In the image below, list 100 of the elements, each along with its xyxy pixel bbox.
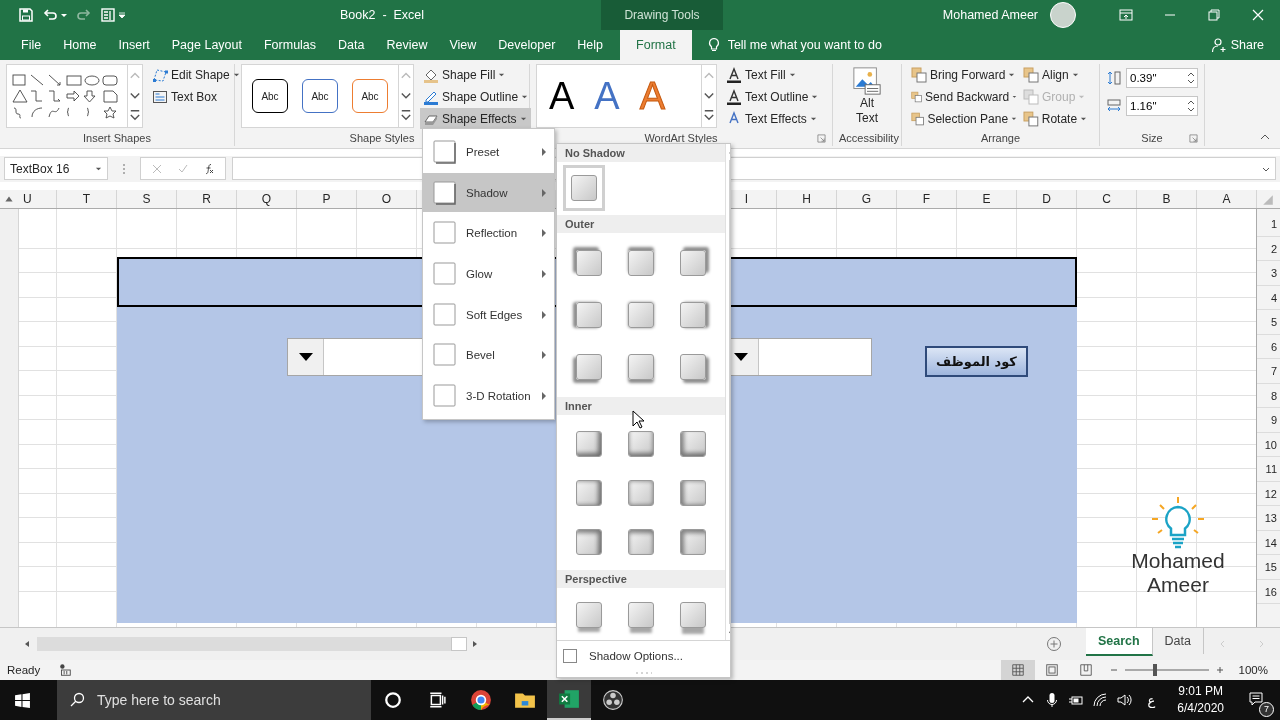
arrange-button[interactable]: Selection Pane xyxy=(908,108,1020,129)
menu-item[interactable]: Glow xyxy=(423,254,554,294)
wordart-style-swatch[interactable]: A xyxy=(594,71,620,121)
row-header[interactable]: 10 xyxy=(1257,432,1280,458)
horizontal-scrollbar[interactable] xyxy=(37,637,467,652)
notification-icon[interactable] xyxy=(1248,690,1264,707)
redo-icon[interactable] xyxy=(76,7,92,23)
row-header[interactable]: 8 xyxy=(1257,383,1280,409)
ribbon-tab[interactable]: Page Layout xyxy=(160,30,253,60)
text-format-button[interactable]: Text Effects xyxy=(723,108,822,129)
cortana-circle-icon[interactable] xyxy=(384,691,402,709)
edit-shape-button[interactable]: Edit Shape xyxy=(149,64,243,85)
menu-item[interactable]: Reflection xyxy=(423,213,554,254)
column-header[interactable]: T xyxy=(57,190,117,209)
text-box-button[interactable]: Text Box xyxy=(149,86,243,107)
spreadsheet-app-icon[interactable] xyxy=(558,688,580,710)
column-header[interactable]: U xyxy=(18,190,57,209)
column-header[interactable]: C xyxy=(1077,190,1137,209)
speaker-icon[interactable] xyxy=(1115,692,1132,708)
dialog-launcher-icon[interactable] xyxy=(817,133,826,143)
shadow-options-item[interactable]: Shadow Options... xyxy=(557,641,730,671)
macro-record-icon[interactable] xyxy=(58,663,73,677)
shape-style-swatch[interactable]: Abc xyxy=(352,79,388,113)
row-header[interactable]: 9 xyxy=(1257,408,1280,433)
column-header[interactable]: E xyxy=(957,190,1017,209)
arrange-button[interactable]: Send Backward xyxy=(908,86,1020,107)
zoom-level[interactable]: 100% xyxy=(1238,664,1268,676)
column-header[interactable]: B xyxy=(1137,190,1197,209)
shadow-preset[interactable] xyxy=(563,165,605,211)
sheet-tab[interactable]: Data xyxy=(1152,628,1204,655)
browser-icon[interactable] xyxy=(470,689,492,711)
resize-grip-icon[interactable] xyxy=(633,671,654,675)
function-icon[interactable] xyxy=(203,162,215,175)
clock[interactable]: 9:01 PM 6/4/2020 xyxy=(1177,683,1224,717)
restore-icon[interactable] xyxy=(1206,7,1222,23)
column-header[interactable]: F xyxy=(897,190,957,209)
menu-item[interactable]: Bevel xyxy=(423,335,554,376)
row-header[interactable]: 4 xyxy=(1257,285,1280,311)
ribbon-tab[interactable]: Help xyxy=(566,30,615,60)
menu-item[interactable]: Soft Edges xyxy=(423,294,554,335)
taskbar-search-field[interactable]: Type here to search xyxy=(57,680,371,720)
alt-text-button[interactable]: Alt Text xyxy=(850,64,884,128)
row-header[interactable]: 7 xyxy=(1257,359,1280,384)
width-field[interactable]: 1.16" xyxy=(1126,95,1198,116)
text-format-button[interactable]: Text Fill xyxy=(723,64,822,85)
ribbon-tab[interactable]: File xyxy=(10,30,53,60)
dropdown-arrow-icon[interactable] xyxy=(733,352,748,363)
row-header[interactable]: 15 xyxy=(1257,555,1280,580)
menu-item[interactable]: Preset xyxy=(423,132,554,172)
ribbon-tab[interactable]: Format xyxy=(620,30,692,60)
height-field[interactable]: 0.39" xyxy=(1126,67,1198,88)
shape-format-button[interactable]: Shape Outline xyxy=(420,86,532,107)
undo-icon[interactable] xyxy=(42,7,58,23)
shape-format-button[interactable]: Shape Fill xyxy=(420,64,532,85)
add-sheet-icon[interactable] xyxy=(1045,636,1062,653)
shape-style-swatch[interactable]: Abc xyxy=(302,79,338,113)
arrange-button[interactable]: Rotate xyxy=(1020,108,1090,129)
windows-start-icon[interactable] xyxy=(14,691,31,709)
share-button[interactable]: Share xyxy=(1204,36,1270,54)
column-header[interactable]: A xyxy=(1197,190,1257,209)
ribbon-tab[interactable]: Formulas xyxy=(252,30,328,60)
vertical-scrollbar[interactable] xyxy=(0,209,19,628)
row-header[interactable]: 3 xyxy=(1257,261,1280,286)
row-header[interactable]: 5 xyxy=(1257,310,1280,335)
ribbon-tab[interactable]: Home xyxy=(52,30,108,60)
task-view-icon[interactable] xyxy=(428,691,446,709)
column-header[interactable]: O xyxy=(357,190,417,209)
normal-view-icon[interactable] xyxy=(1000,660,1035,680)
column-header[interactable]: H xyxy=(777,190,837,209)
column-header[interactable]: R xyxy=(177,190,237,209)
ribbon-display-icon[interactable] xyxy=(1118,7,1134,23)
customize-caret-icon[interactable] xyxy=(118,11,126,19)
row-header[interactable]: 2 xyxy=(1257,236,1280,262)
arrange-button[interactable]: Bring Forward xyxy=(908,64,1020,85)
checkmark-icon[interactable] xyxy=(177,162,189,175)
menu-item[interactable]: Shadow xyxy=(423,172,554,213)
dropdown-arrow-icon[interactable] xyxy=(298,352,313,363)
column-header[interactable]: P xyxy=(297,190,357,209)
zoom-in-icon[interactable] xyxy=(1214,665,1225,675)
row-header[interactable]: 6 xyxy=(1257,334,1280,360)
zoom-slider-thumb[interactable] xyxy=(1152,664,1157,676)
caret-icon[interactable] xyxy=(60,11,68,19)
menu-item[interactable]: 3-D Rotation xyxy=(423,376,554,417)
input-language[interactable]: ع xyxy=(1147,692,1156,708)
close-icon[interactable] xyxy=(1250,7,1266,23)
ribbon-tab[interactable]: View xyxy=(438,30,488,60)
row-header[interactable]: 12 xyxy=(1257,481,1280,507)
shape-style-swatch[interactable]: Abc xyxy=(252,79,288,113)
form-icon[interactable] xyxy=(100,7,116,23)
column-header[interactable]: S xyxy=(117,190,177,209)
shape-format-button[interactable]: Shape Effects xyxy=(420,108,532,129)
row-header[interactable]: 14 xyxy=(1257,530,1280,556)
row-header[interactable]: 11 xyxy=(1257,457,1280,482)
ribbon-tab[interactable]: Review xyxy=(375,30,439,60)
row-header[interactable]: 13 xyxy=(1257,506,1280,531)
avatar[interactable] xyxy=(1050,2,1076,28)
ribbon-tab[interactable]: Developer xyxy=(487,30,567,60)
column-header[interactable]: G xyxy=(837,190,897,209)
employee-code-label[interactable]: كود الموظف xyxy=(925,346,1028,378)
wordart-style-swatch[interactable]: A xyxy=(549,71,575,121)
